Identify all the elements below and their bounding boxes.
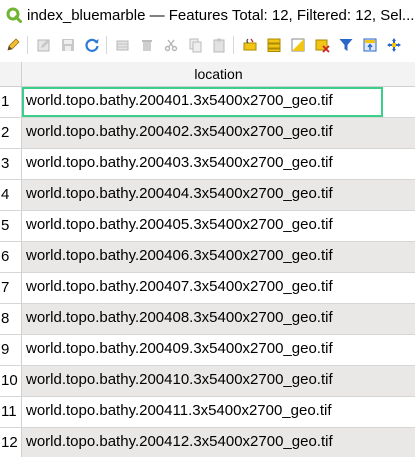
table-row[interactable]: 8 world.topo.bathy.200408.3x5400x2700_geo… [0, 304, 415, 335]
table-row[interactable]: 6 world.topo.bathy.200406.3x5400x2700_geo… [0, 242, 415, 273]
row-number[interactable]: 11 [0, 397, 22, 427]
copy-icon [189, 38, 202, 53]
table-row[interactable]: 3 world.topo.bathy.200403.3x5400x2700_geo… [0, 149, 415, 180]
location-cell[interactable]: world.topo.bathy.200406.3x5400x2700_geo.… [22, 242, 415, 272]
select-by-expression-button[interactable] [239, 34, 261, 56]
table-row[interactable]: 1 world.topo.bathy.200401.3x5400x2700_geo… [0, 87, 415, 118]
row-number[interactable]: 12 [0, 428, 22, 457]
attribute-toolbar [0, 30, 415, 60]
table-row[interactable]: 4 world.topo.bathy.200404.3x5400x2700_geo… [0, 180, 415, 211]
table-row[interactable]: 10 world.topo.bathy.200410.3x5400x2700_ge… [0, 366, 415, 397]
pan-map-icon [387, 38, 401, 52]
row-number[interactable]: 1 [0, 87, 22, 117]
location-cell[interactable]: world.topo.bathy.200410.3x5400x2700_geo.… [22, 366, 415, 396]
select-all-button[interactable] [263, 34, 285, 56]
invert-selection-button[interactable] [287, 34, 309, 56]
row-number[interactable]: 7 [0, 273, 22, 303]
table-row[interactable]: 9 world.topo.bathy.200409.3x5400x2700_geo… [0, 335, 415, 366]
location-cell[interactable]: world.topo.bathy.200404.3x5400x2700_geo.… [22, 180, 415, 210]
save-edits-button[interactable] [57, 34, 79, 56]
location-cell[interactable]: world.topo.bathy.200412.3x5400x2700_geo.… [22, 428, 415, 457]
table-row[interactable]: 12 world.topo.bathy.200412.3x5400x2700_ge… [0, 428, 415, 457]
location-cell[interactable]: world.topo.bathy.200401.3x5400x2700_geo.… [22, 87, 383, 117]
qgis-logo-icon [6, 7, 22, 23]
filter-icon [339, 39, 353, 51]
window-title: index_bluemarble — Features Total: 12, F… [27, 6, 415, 24]
move-selection-top-icon [363, 38, 377, 52]
row-number[interactable]: 4 [0, 180, 22, 210]
select-all-icon [267, 38, 281, 52]
select-expression-icon [243, 38, 257, 51]
add-feature-button[interactable] [112, 34, 134, 56]
toggle-editing-button[interactable] [2, 34, 24, 56]
table-body: 1 world.topo.bathy.200401.3x5400x2700_geo… [0, 87, 415, 457]
table-row[interactable]: 11 world.topo.bathy.200411.3x5400x2700_ge… [0, 397, 415, 428]
cut-button[interactable] [160, 34, 182, 56]
toolbar-separator [233, 36, 234, 54]
title-bar: index_bluemarble — Features Total: 12, F… [0, 0, 415, 30]
location-cell[interactable]: world.topo.bathy.200402.3x5400x2700_geo.… [22, 118, 415, 148]
row-number[interactable]: 2 [0, 118, 22, 148]
deselect-all-icon [315, 39, 330, 53]
add-feature-icon [116, 40, 129, 51]
location-cell[interactable]: world.topo.bathy.200407.3x5400x2700_geo.… [22, 273, 415, 303]
row-number[interactable]: 6 [0, 242, 22, 272]
scissors-icon [164, 39, 178, 52]
attribute-table-window: index_bluemarble — Features Total: 12, F… [0, 0, 415, 457]
multi-edit-button[interactable] [33, 34, 55, 56]
delete-feature-button[interactable] [136, 34, 158, 56]
attribute-table: location 1 world.topo.bathy.200401.3x5400… [0, 62, 415, 457]
copy-button[interactable] [184, 34, 206, 56]
row-number[interactable]: 3 [0, 149, 22, 179]
location-cell[interactable]: world.topo.bathy.200403.3x5400x2700_geo.… [22, 149, 415, 179]
toolbar-separator [106, 36, 107, 54]
table-row[interactable]: 7 world.topo.bathy.200407.3x5400x2700_geo… [0, 273, 415, 304]
pencil-icon [7, 38, 20, 51]
table-corner[interactable] [0, 62, 22, 86]
table-row[interactable]: 5 world.topo.bathy.200405.3x5400x2700_geo… [0, 211, 415, 242]
row-number[interactable]: 5 [0, 211, 22, 241]
row-number[interactable]: 8 [0, 304, 22, 334]
trash-icon [142, 40, 152, 51]
toolbar-separator [27, 36, 28, 54]
row-number[interactable]: 10 [0, 366, 22, 396]
paste-icon [213, 38, 225, 53]
location-cell[interactable]: world.topo.bathy.200411.3x5400x2700_geo.… [22, 397, 415, 427]
column-header-location[interactable]: location [22, 62, 415, 86]
multi-edit-icon [37, 39, 50, 52]
deselect-all-button[interactable] [311, 34, 333, 56]
table-header: location [0, 62, 415, 87]
save-icon [62, 39, 74, 51]
reload-icon [85, 38, 99, 52]
invert-selection-icon [291, 38, 305, 52]
location-cell[interactable]: world.topo.bathy.200408.3x5400x2700_geo.… [22, 304, 415, 334]
pan-to-selected-button[interactable] [383, 34, 405, 56]
reload-button[interactable] [81, 34, 103, 56]
location-cell[interactable]: world.topo.bathy.200405.3x5400x2700_geo.… [22, 211, 415, 241]
move-selection-top-button[interactable] [359, 34, 381, 56]
row-number[interactable]: 9 [0, 335, 22, 365]
paste-button[interactable] [208, 34, 230, 56]
filter-button[interactable] [335, 34, 357, 56]
location-cell[interactable]: world.topo.bathy.200409.3x5400x2700_geo.… [22, 335, 415, 365]
table-row[interactable]: 2 world.topo.bathy.200402.3x5400x2700_geo… [0, 118, 415, 149]
